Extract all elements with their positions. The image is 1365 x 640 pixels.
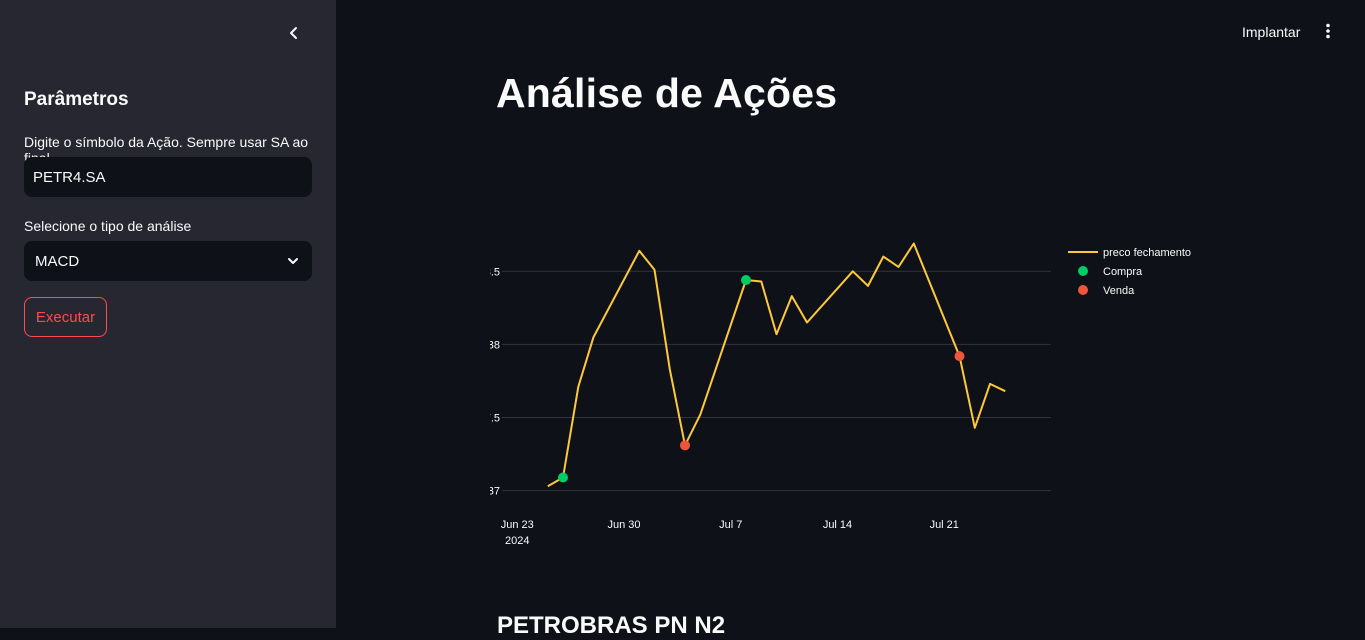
page-title: Análise de Ações [496, 70, 838, 116]
marker-venda [680, 440, 690, 451]
x-tick-label: Jul 14 [823, 519, 852, 531]
analysis-type-label: Selecione o tipo de análise [24, 218, 192, 234]
symbol-input[interactable] [24, 157, 312, 197]
analysis-type-selected-value: MACD [35, 252, 80, 270]
y-tick-label: 38 [490, 339, 500, 351]
section-heading: PETROBRAS PN N2 [497, 612, 726, 639]
main-menu-button[interactable] [1316, 19, 1340, 43]
legend-entry: preco fechamento [1103, 247, 1191, 259]
vertical-dots-icon [1326, 23, 1330, 39]
legend-marker-swatch [1078, 285, 1088, 295]
analysis-type-select[interactable]: MACD [24, 241, 312, 281]
price-chart[interactable]: 37 37.5 38 38.5 Jun 23 2024 Jun 30 Jul 7 Jul 14 J… [490, 232, 1230, 562]
sidebar: Parâmetros Digite o símbolo da Ação. Sem… [0, 0, 336, 628]
legend-entry: Venda [1103, 285, 1135, 297]
chevron-down-icon [288, 258, 298, 264]
legend-marker-swatch [1078, 266, 1088, 276]
marker-compra [558, 472, 568, 483]
y-tick-label: 37.5 [490, 413, 500, 425]
run-button[interactable]: Executar [24, 297, 107, 337]
series-line-preco-fechamento [547, 242, 1006, 488]
sidebar-heading: Parâmetros [24, 89, 129, 110]
collapse-sidebar-button[interactable] [282, 21, 306, 45]
y-tick-label: 37 [490, 486, 500, 498]
x-tick-sublabel: 2024 [505, 535, 529, 547]
y-tick-label: 38.5 [490, 266, 500, 278]
x-tick-label: Jun 30 [607, 519, 640, 531]
x-tick-label: Jul 7 [719, 519, 742, 531]
legend-entry: Compra [1103, 266, 1143, 278]
marker-compra [741, 275, 751, 286]
deploy-button[interactable]: Implantar [1232, 18, 1310, 46]
x-tick-label: Jul 21 [930, 519, 959, 531]
x-tick-label: Jun 23 [501, 519, 534, 531]
marker-venda [954, 351, 965, 362]
chevron-left-icon [290, 27, 297, 39]
